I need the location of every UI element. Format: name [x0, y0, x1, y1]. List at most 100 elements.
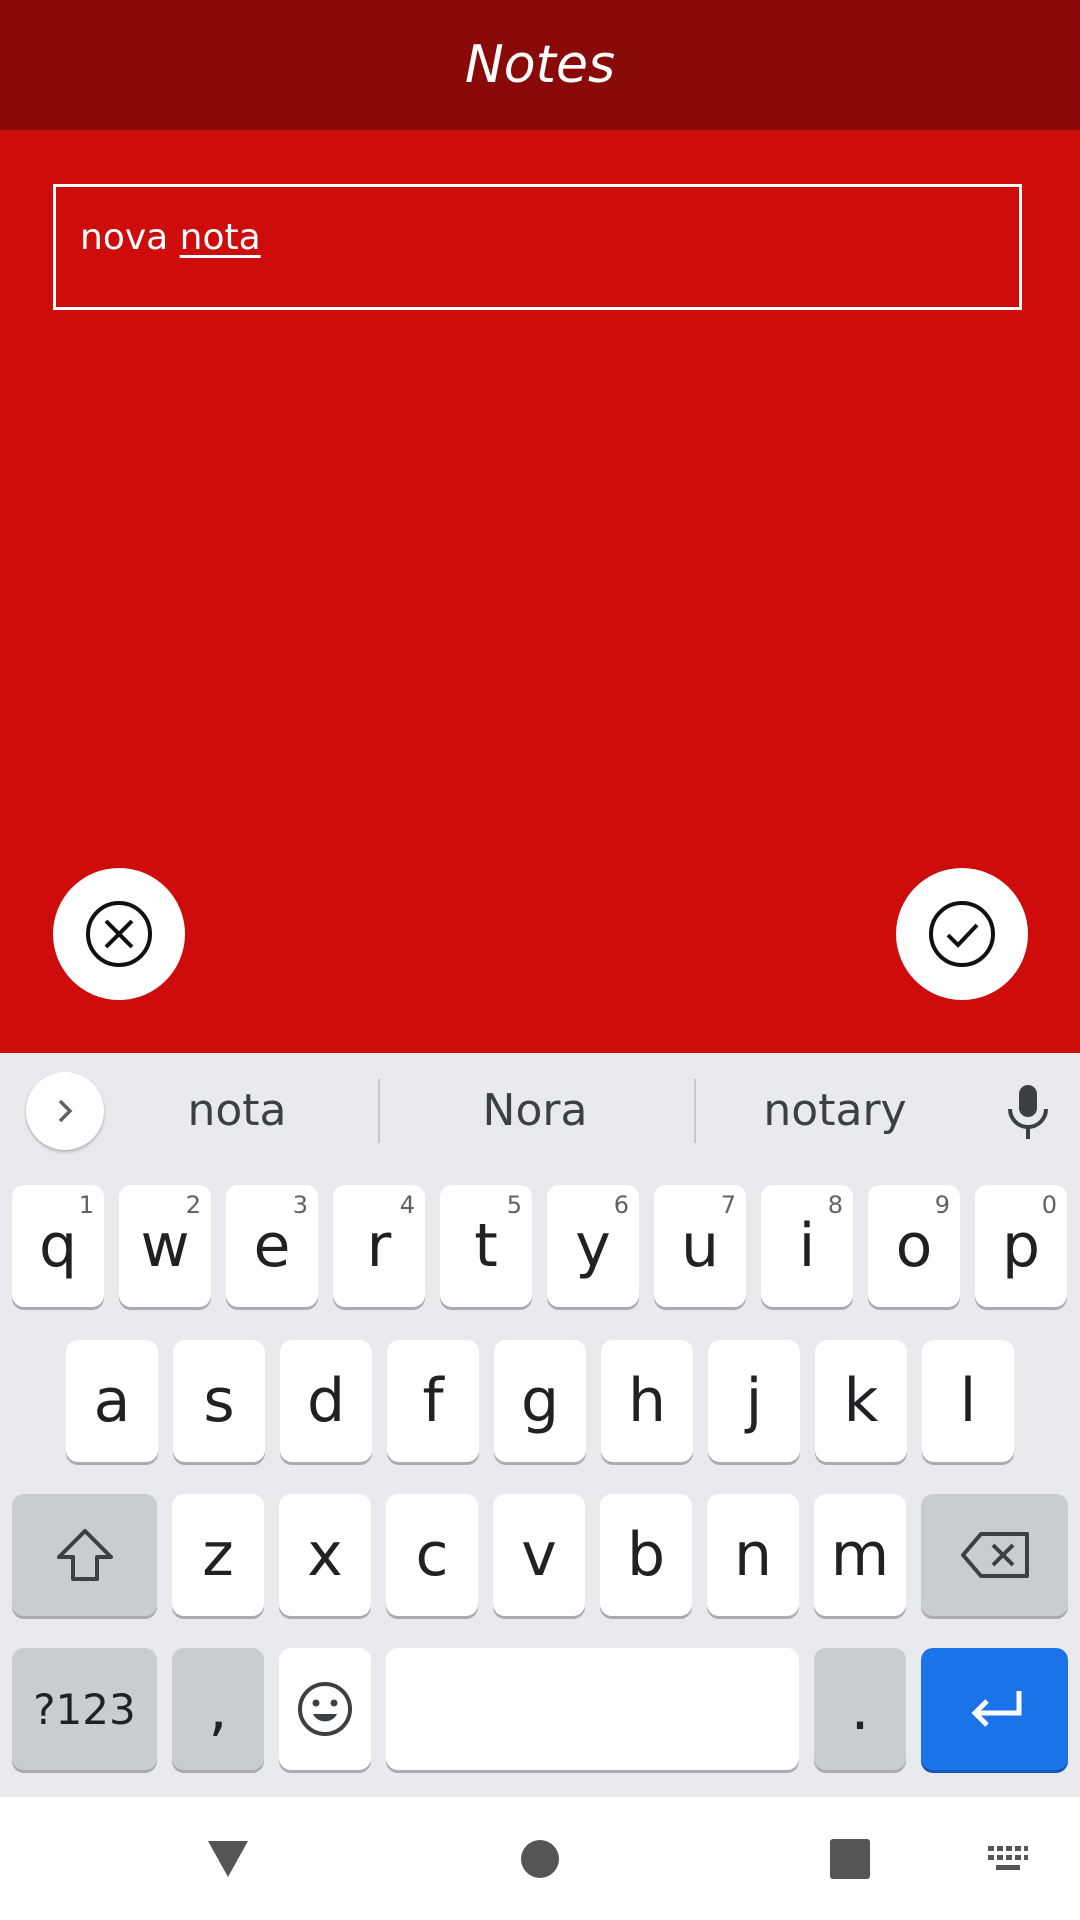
backspace-key[interactable]	[921, 1494, 1068, 1616]
confirm-button[interactable]	[896, 868, 1028, 1000]
note-input[interactable]: nova nota	[53, 184, 1022, 310]
key-u[interactable]: u7	[654, 1185, 746, 1307]
enter-key[interactable]	[921, 1648, 1068, 1770]
backspace-icon	[960, 1532, 1029, 1578]
key-m[interactable]: m	[814, 1494, 906, 1616]
key-label: z	[202, 1520, 234, 1590]
back-triangle-icon	[208, 1841, 248, 1877]
period-key[interactable]: .	[814, 1648, 906, 1770]
key-label: u	[680, 1211, 720, 1281]
key-hint: 8	[827, 1191, 843, 1219]
key-c[interactable]: c	[386, 1494, 478, 1616]
key-hint: 2	[185, 1191, 201, 1219]
key-label: o	[895, 1211, 933, 1281]
symbols-key[interactable]: ?123	[12, 1648, 157, 1770]
key-label: s	[203, 1366, 235, 1436]
note-editor: nova nota	[0, 130, 1080, 1053]
home-circle-icon	[521, 1840, 559, 1878]
key-n[interactable]: n	[707, 1494, 799, 1616]
key-label: y	[575, 1211, 611, 1281]
close-circle-icon	[86, 901, 152, 967]
suggestion-2[interactable]: Nora	[390, 1053, 680, 1167]
key-label: k	[843, 1366, 879, 1436]
key-t[interactable]: t5	[440, 1185, 532, 1307]
key-label: e	[253, 1211, 291, 1281]
key-label: q	[38, 1211, 78, 1281]
composing-word: nota	[179, 217, 261, 258]
comma-key[interactable]: ,	[172, 1648, 264, 1770]
note-text: nova	[80, 217, 180, 258]
microphone-icon[interactable]	[1000, 1081, 1056, 1141]
key-label: t	[474, 1211, 498, 1281]
key-label: i	[798, 1211, 816, 1281]
key-p[interactable]: p0	[975, 1185, 1067, 1307]
suggestion-bar: nota Nora notary	[0, 1053, 1080, 1167]
key-label: a	[93, 1366, 131, 1436]
key-w[interactable]: w2	[119, 1185, 211, 1307]
soft-keyboard: nota Nora notary q1w2e3r4t5y6u7i8o9p0 as…	[0, 1053, 1080, 1797]
system-nav-bar	[0, 1797, 1080, 1920]
app-bar: Notes	[0, 0, 1080, 130]
key-d[interactable]: d	[280, 1340, 372, 1462]
key-hint: 4	[399, 1191, 415, 1219]
app-title: Notes	[464, 35, 616, 95]
key-g[interactable]: g	[494, 1340, 586, 1462]
key-k[interactable]: k	[815, 1340, 907, 1462]
key-h[interactable]: h	[601, 1340, 693, 1462]
chevron-right-icon	[58, 1099, 73, 1123]
key-label: b	[626, 1520, 666, 1590]
key-i[interactable]: i8	[761, 1185, 853, 1307]
key-hint: 3	[292, 1191, 308, 1219]
shift-key[interactable]	[12, 1494, 157, 1616]
enter-icon	[970, 1691, 1021, 1727]
key-label: h	[627, 1366, 667, 1436]
key-hint: 6	[613, 1191, 629, 1219]
key-r[interactable]: r4	[333, 1185, 425, 1307]
key-label: r	[366, 1211, 392, 1281]
back-button[interactable]	[198, 1829, 258, 1889]
key-label: d	[306, 1366, 346, 1436]
key-label: m	[830, 1520, 890, 1590]
home-button[interactable]	[510, 1829, 570, 1889]
key-label: j	[745, 1366, 763, 1436]
key-l[interactable]: l	[922, 1340, 1014, 1462]
key-label: w	[140, 1211, 190, 1281]
cancel-button[interactable]	[53, 868, 185, 1000]
key-a[interactable]: a	[66, 1340, 158, 1462]
emoji-icon	[298, 1682, 352, 1736]
check-circle-icon	[929, 901, 995, 967]
key-label: l	[959, 1366, 977, 1436]
keyboard-switch-button[interactable]	[978, 1829, 1038, 1889]
key-x[interactable]: x	[279, 1494, 371, 1616]
emoji-key[interactable]	[279, 1648, 371, 1770]
key-f[interactable]: f	[387, 1340, 479, 1462]
key-z[interactable]: z	[172, 1494, 264, 1616]
key-b[interactable]: b	[600, 1494, 692, 1616]
key-hint: 7	[720, 1191, 736, 1219]
key-hint: 1	[78, 1191, 94, 1219]
key-e[interactable]: e3	[226, 1185, 318, 1307]
key-q[interactable]: q1	[12, 1185, 104, 1307]
keyboard-icon	[988, 1846, 1028, 1870]
key-label: p	[1001, 1211, 1041, 1281]
key-hint: 5	[506, 1191, 522, 1219]
key-label: g	[520, 1366, 560, 1436]
key-hint: 9	[934, 1191, 950, 1219]
key-label: c	[415, 1520, 449, 1590]
key-s[interactable]: s	[173, 1340, 265, 1462]
shift-icon	[56, 1529, 113, 1581]
key-label: v	[521, 1520, 557, 1590]
key-y[interactable]: y6	[547, 1185, 639, 1307]
recents-square-icon	[830, 1839, 870, 1879]
key-o[interactable]: o9	[868, 1185, 960, 1307]
key-label: f	[422, 1366, 444, 1436]
key-v[interactable]: v	[493, 1494, 585, 1616]
suggestion-3[interactable]: notary	[690, 1053, 980, 1167]
key-j[interactable]: j	[708, 1340, 800, 1462]
key-label: x	[307, 1520, 343, 1590]
key-label: n	[733, 1520, 773, 1590]
space-key[interactable]	[386, 1648, 799, 1770]
recents-button[interactable]	[820, 1829, 880, 1889]
key-hint: 0	[1041, 1191, 1057, 1219]
suggestion-1[interactable]: nota	[92, 1053, 382, 1167]
